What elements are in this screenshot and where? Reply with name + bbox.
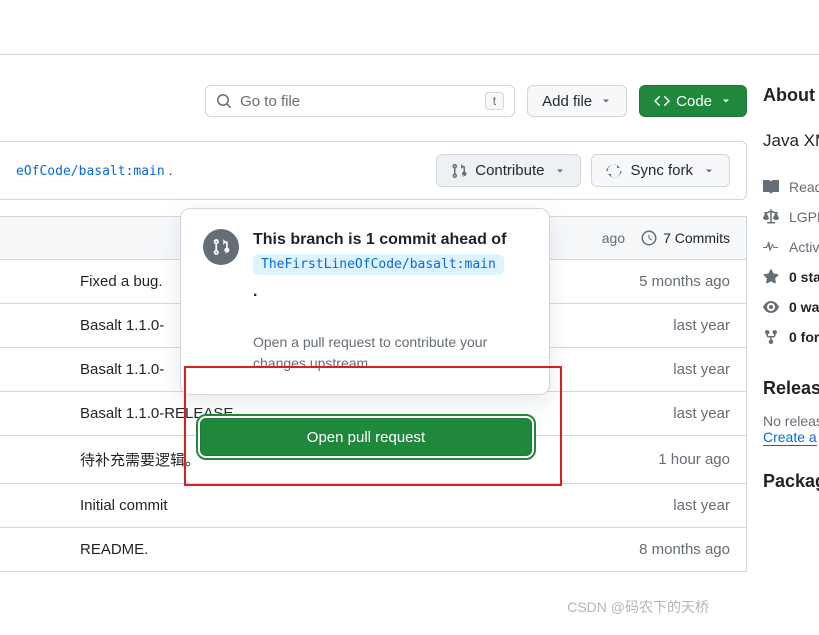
packages-heading: Packages [763,471,819,492]
git-pull-request-icon [451,163,467,179]
open-pr-label: Open pull request [307,429,425,446]
search-icon [216,93,232,109]
no-releases-text: No releases [763,413,819,429]
commit-message: Basalt 1.1.0- [16,317,164,334]
forks-count[interactable]: 0 forks [763,322,819,352]
chevron-down-icon [554,165,566,177]
releases-heading: Releases [763,378,819,399]
about-heading: About [763,85,819,106]
eye-icon [763,299,779,315]
sync-fork-label: Sync fork [630,162,693,179]
commit-message: 待补充需要逻辑。 [16,449,200,470]
code-label: Code [676,93,712,110]
commit-message: Basalt 1.1.0- [16,361,164,378]
commits-link[interactable]: 7 Commits [641,230,730,246]
sync-icon [606,163,622,179]
stars-count[interactable]: 0 stars [763,262,819,292]
contribute-popover: This branch is 1 commit ahead of TheFirs… [180,208,550,395]
sidebar: About Java XMPP Library Readme LGPL Acti… [763,85,819,572]
popover-period: . [253,281,506,303]
popover-branch-pill[interactable]: TheFirstLineOfCode/basalt:main [253,254,504,275]
star-icon [763,269,779,285]
search-kbd: t [485,92,504,110]
readme-link[interactable]: Readme [763,172,819,202]
popover-description: Open a pull request to contribute your c… [253,332,527,374]
watching-count[interactable]: 0 watching [763,292,819,322]
commit-message: Initial commit [16,497,168,514]
about-description: Java XMPP Library [763,128,819,154]
contribute-label: Contribute [475,162,544,179]
commit-time: last year [673,405,730,422]
pull-request-avatar-icon [203,229,239,265]
contribute-button[interactable]: Contribute [436,154,581,187]
add-file-label: Add file [542,93,592,110]
header-ago: ago [602,230,625,246]
commit-time: 1 hour ago [658,451,730,468]
license-link[interactable]: LGPL [763,202,819,232]
list-item[interactable]: README. 8 months ago [0,527,746,571]
repo-forked-icon [763,329,779,345]
commits-count: 7 Commits [663,230,730,246]
chevron-down-icon [720,95,732,107]
add-file-button[interactable]: Add file [527,85,627,117]
code-button[interactable]: Code [639,85,747,117]
branch-ref: eOfCode/basalt:main [16,164,165,179]
open-pull-request-button[interactable]: Open pull request [200,418,532,456]
history-icon [641,230,657,246]
chevron-down-icon [703,165,715,177]
branch-info-bar: eOfCode/basalt:main . Contribute Sync fo… [0,141,747,200]
activity-link[interactable]: Activity [763,232,819,262]
law-icon [763,209,779,225]
pulse-icon [763,239,779,255]
create-release-link[interactable]: Create a [763,429,817,446]
watermark: CSDN @码农下的天桥 [567,597,709,617]
search-input[interactable] [240,93,485,110]
chevron-down-icon [600,95,612,107]
file-search[interactable]: t [205,85,515,117]
commit-time: 8 months ago [639,541,730,558]
list-item[interactable]: Initial commit last year [0,483,746,527]
commit-time: last year [673,497,730,514]
commit-time: 5 months ago [639,273,730,290]
commit-message: Fixed a bug. [16,273,163,290]
sync-fork-button[interactable]: Sync fork [591,154,730,187]
popover-title: This branch is 1 commit ahead of [253,229,506,251]
commit-time: last year [673,361,730,378]
code-icon [654,93,670,109]
book-icon [763,179,779,195]
commit-time: last year [673,317,730,334]
commit-message: README. [16,541,148,558]
